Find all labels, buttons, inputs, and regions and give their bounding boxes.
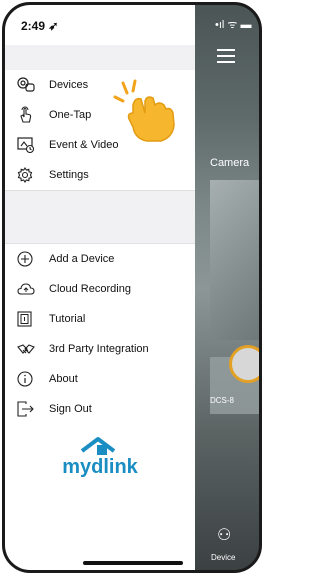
camera-icon (229, 345, 259, 383)
navigation-drawer: 2:49 ➶ Devices One-Tap Event & Video Set… (5, 5, 195, 570)
status-icons: •ıl ᯤ ▬ (215, 19, 252, 31)
integration-icon (17, 340, 39, 358)
drawer-section-divider (5, 190, 195, 244)
camera-devices-icon (17, 76, 39, 94)
drawer-top-spacer (5, 45, 195, 70)
menu-label-3rd-party: 3rd Party Integration (49, 343, 149, 355)
background-app: •ıl ᯤ ▬ Camera DCS-8 ⚇ Device (195, 5, 259, 570)
event-video-icon (17, 136, 39, 154)
info-icon (17, 370, 39, 388)
hamburger-icon[interactable] (217, 49, 235, 63)
cloud-icon (17, 280, 39, 298)
camera-thumbnail[interactable] (210, 180, 259, 340)
svg-text:mydlink: mydlink (62, 456, 138, 478)
hand-tap-icon (17, 106, 39, 124)
menu-item-add-device[interactable]: Add a Device (5, 244, 195, 274)
menu-label-tutorial: Tutorial (49, 313, 86, 325)
devices-tab-icon[interactable]: ⚇ (217, 525, 231, 545)
status-time: 2:49 ➶ (21, 19, 59, 33)
menu-label-one-tap: One-Tap (49, 109, 92, 121)
menu-item-tutorial[interactable]: Tutorial (5, 304, 195, 334)
mydlink-logo: mydlink (5, 435, 195, 484)
menu-item-3rd-party[interactable]: 3rd Party Integration (5, 334, 195, 364)
logo-text-suffix: dlink (91, 456, 139, 478)
camera-tile-label: DCS-8 (210, 396, 235, 405)
background-camera-label: Camera (210, 157, 250, 169)
menu-label-sign-out: Sign Out (49, 403, 92, 415)
menu-label-settings: Settings (49, 169, 89, 181)
menu-label-about: About (49, 373, 78, 385)
menu-item-cloud-recording[interactable]: Cloud Recording (5, 274, 195, 304)
plus-circle-icon (17, 250, 39, 268)
menu-label-devices: Devices (49, 79, 89, 91)
phone-frame: •ıl ᯤ ▬ Camera DCS-8 ⚇ Device 2:49 ➶ Dev… (2, 2, 262, 573)
logo-text-prefix: my (62, 456, 92, 478)
menu-item-about[interactable]: About (5, 364, 195, 394)
sign-out-icon (17, 400, 39, 418)
menu-item-settings[interactable]: Settings (5, 160, 195, 190)
menu-label-cloud-recording: Cloud Recording (49, 283, 131, 295)
status-time-text: 2:49 (21, 19, 46, 33)
menu-label-add-device: Add a Device (49, 253, 115, 265)
tutorial-book-icon (17, 310, 39, 328)
gear-icon (17, 166, 39, 184)
home-indicator (83, 561, 183, 565)
status-bar: 2:49 ➶ (5, 5, 195, 45)
devices-tab-label: Device (211, 553, 236, 562)
menu-item-sign-out[interactable]: Sign Out (5, 394, 195, 424)
tap-hint-hand-icon (105, 75, 185, 145)
